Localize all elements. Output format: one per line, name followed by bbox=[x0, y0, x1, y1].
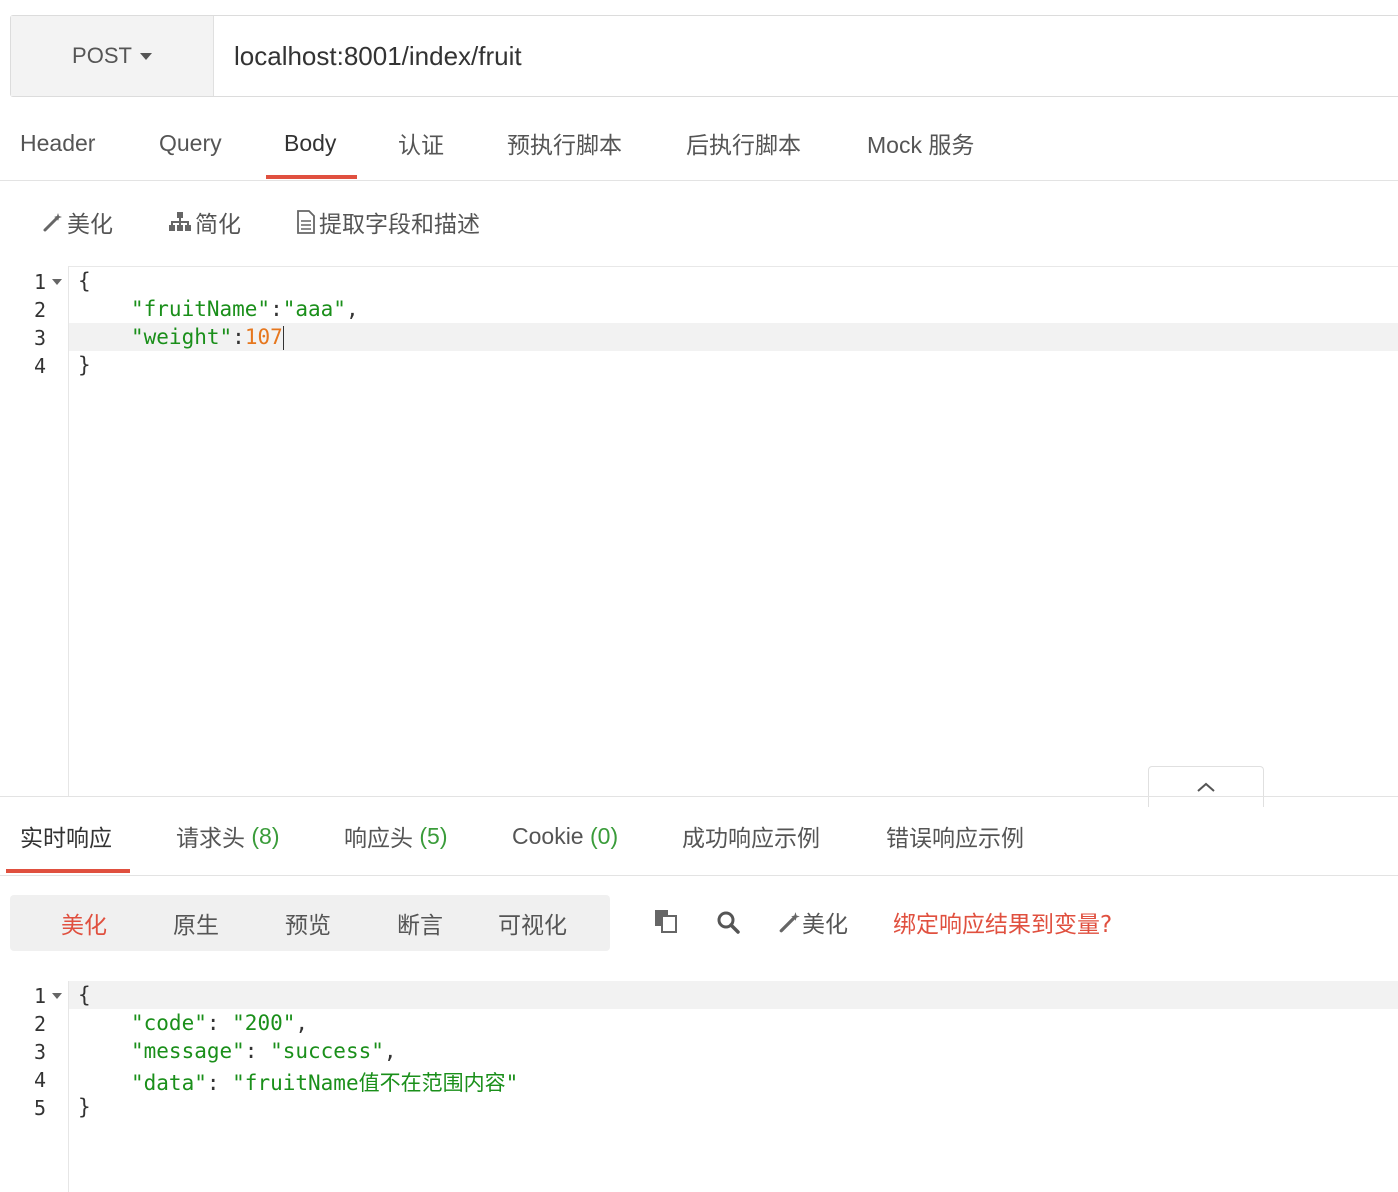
tab-label: 响应头 bbox=[344, 825, 413, 851]
json-comma: , bbox=[295, 1011, 309, 1035]
json-number: 107 bbox=[244, 325, 283, 349]
json-key: "message" bbox=[131, 1039, 245, 1063]
tab-label: Cookie bbox=[512, 822, 584, 849]
count-badge: (8) bbox=[251, 822, 280, 849]
json-comma: , bbox=[383, 1039, 397, 1063]
json-comma: , bbox=[345, 297, 359, 321]
mode-raw[interactable]: 原生 bbox=[173, 895, 219, 951]
extract-label: 提取字段和描述 bbox=[319, 212, 480, 238]
tab-success-example[interactable]: 成功响应示例 bbox=[682, 801, 820, 871]
json-colon: : bbox=[270, 297, 283, 321]
request-tabs: Header Query Body 认证 预执行脚本 后执行脚本 Mock 服务 bbox=[0, 108, 1398, 181]
json-brace: } bbox=[78, 1095, 91, 1119]
search-button[interactable] bbox=[716, 910, 740, 934]
simplify-label: 简化 bbox=[195, 212, 241, 238]
copy-button[interactable] bbox=[653, 908, 679, 934]
line-number: 5 bbox=[33, 1096, 46, 1120]
response-beautify-button[interactable]: 美化 bbox=[778, 905, 848, 939]
code-line: "weight":107 bbox=[131, 325, 284, 350]
current-line-highlight bbox=[69, 981, 1398, 1009]
json-colon: : bbox=[206, 1011, 233, 1035]
code-line: "data": "fruitName值不在范围内容" bbox=[131, 1067, 518, 1097]
count-badge: (0) bbox=[590, 822, 619, 849]
mode-assert[interactable]: 断言 bbox=[397, 895, 443, 951]
json-key: "code" bbox=[131, 1011, 207, 1035]
code-line: "message": "success", bbox=[131, 1039, 397, 1063]
code-line: } bbox=[78, 353, 91, 377]
count-badge: (5) bbox=[419, 822, 448, 849]
chevron-up-icon bbox=[1197, 782, 1215, 792]
line-number: 3 bbox=[33, 326, 46, 350]
beautify-label: 美化 bbox=[802, 912, 848, 938]
bind-response-variable-link[interactable]: 绑定响应结果到变量? bbox=[893, 905, 1112, 939]
tab-header[interactable]: Header bbox=[20, 108, 95, 178]
line-number: 2 bbox=[33, 298, 46, 322]
mode-beautify[interactable]: 美化 bbox=[61, 895, 107, 951]
line-number: 4 bbox=[33, 1068, 46, 1092]
mode-preview[interactable]: 预览 bbox=[285, 895, 331, 951]
copy-icon bbox=[655, 910, 677, 933]
tab-mock[interactable]: Mock 服务 bbox=[867, 108, 974, 178]
fold-arrow-icon[interactable] bbox=[52, 279, 62, 285]
json-string: "success" bbox=[270, 1039, 384, 1063]
beautify-button[interactable]: 美化 bbox=[42, 205, 113, 239]
document-icon bbox=[297, 210, 315, 234]
line-number: 1 bbox=[33, 984, 46, 1008]
json-key: "weight" bbox=[131, 325, 233, 349]
response-view-mode: 美化 原生 预览 断言 可视化 bbox=[10, 895, 610, 951]
active-tab-indicator bbox=[266, 175, 357, 179]
json-colon: : bbox=[206, 1071, 233, 1095]
json-brace: { bbox=[78, 269, 91, 293]
response-body-viewer[interactable]: { bbox=[78, 983, 91, 1007]
tab-pre-script[interactable]: 预执行脚本 bbox=[507, 108, 622, 178]
json-string: "200" bbox=[232, 1011, 296, 1035]
simplify-button[interactable]: 简化 bbox=[168, 205, 241, 239]
caret-down-icon bbox=[139, 52, 152, 60]
tab-realtime-response[interactable]: 实时响应 bbox=[20, 801, 112, 871]
json-key: "data" bbox=[131, 1071, 207, 1095]
json-string: "aaa" bbox=[282, 297, 346, 321]
tab-label: 请求头 bbox=[176, 825, 245, 851]
json-brace: { bbox=[78, 983, 91, 1007]
code-line: "fruitName":"aaa", bbox=[131, 297, 359, 321]
tab-query[interactable]: Query bbox=[159, 108, 222, 178]
beautify-label: 美化 bbox=[67, 212, 113, 238]
response-tabs: 实时响应 请求头 (8) 响应头 (5) Cookie (0) 成功响应示例 错… bbox=[0, 796, 1398, 876]
json-colon: : bbox=[232, 325, 245, 349]
line-number: 2 bbox=[33, 1012, 46, 1036]
json-string: "fruitName值不在范围内容" bbox=[232, 1071, 519, 1095]
magic-wand-icon bbox=[779, 912, 800, 933]
method-select[interactable]: POST bbox=[11, 16, 214, 96]
body-toolbar: 美化 简化 提取字段和描述 bbox=[0, 181, 1398, 267]
mode-visualize[interactable]: 可视化 bbox=[498, 895, 567, 951]
tab-error-example[interactable]: 错误响应示例 bbox=[886, 801, 1024, 871]
tab-body[interactable]: Body bbox=[284, 108, 336, 178]
code-line: "code": "200", bbox=[131, 1011, 308, 1035]
tab-request-headers[interactable]: 请求头 (8) bbox=[176, 801, 280, 871]
active-tab-indicator bbox=[6, 869, 130, 873]
url-input[interactable] bbox=[234, 16, 1384, 96]
json-key: "fruitName" bbox=[131, 297, 271, 321]
text-cursor bbox=[282, 326, 284, 350]
tab-auth[interactable]: 认证 bbox=[398, 108, 444, 178]
json-colon: : bbox=[244, 1039, 271, 1063]
request-body-editor[interactable]: { bbox=[78, 269, 91, 293]
extract-fields-button[interactable]: 提取字段和描述 bbox=[296, 205, 480, 239]
line-number: 4 bbox=[33, 354, 46, 378]
tab-post-script[interactable]: 后执行脚本 bbox=[686, 108, 801, 178]
code-line: } bbox=[78, 1095, 91, 1119]
tab-cookie[interactable]: Cookie (0) bbox=[512, 801, 618, 871]
line-number: 3 bbox=[33, 1040, 46, 1064]
magic-wand-icon bbox=[43, 213, 62, 232]
fold-arrow-icon[interactable] bbox=[52, 993, 62, 999]
tab-response-headers[interactable]: 响应头 (5) bbox=[344, 801, 448, 871]
method-label: POST bbox=[72, 43, 132, 68]
json-brace: } bbox=[78, 353, 91, 377]
sitemap-icon bbox=[169, 212, 191, 231]
line-number: 1 bbox=[33, 270, 46, 294]
search-icon bbox=[717, 911, 740, 934]
